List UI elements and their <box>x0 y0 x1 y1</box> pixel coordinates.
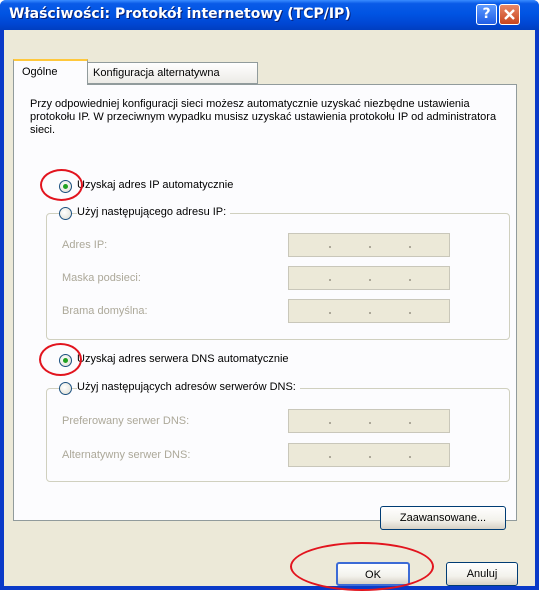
help-icon: ? <box>482 6 491 22</box>
subnet-mask-input[interactable] <box>288 266 450 290</box>
alternate-dns-input[interactable] <box>288 443 450 467</box>
ip-auto-radio[interactable] <box>59 180 72 193</box>
dns-manual-group <box>46 388 510 482</box>
dns-auto-radio[interactable] <box>59 354 72 367</box>
tab-alternate-configuration[interactable]: Konfiguracja alternatywna <box>88 62 258 84</box>
dns-manual-label[interactable]: Użyj następujących adresów serwerów DNS: <box>77 381 300 393</box>
description-text: Przy odpowiedniej konfiguracji sieci moż… <box>30 98 497 136</box>
cancel-button[interactable]: Anuluj <box>446 562 518 586</box>
radio-selected-dot <box>63 358 68 363</box>
ip-auto-label[interactable]: Uzyskaj adres IP automatycznie <box>77 179 233 191</box>
subnet-mask-label: Maska podsieci: <box>62 272 141 284</box>
window-title: Właściwości: Protokół internetowy (TCP/I… <box>9 6 351 22</box>
ip-manual-radio[interactable] <box>59 207 72 220</box>
alternate-dns-label: Alternatywny serwer DNS: <box>62 449 191 461</box>
dns-auto-label[interactable]: Uzyskaj adres serwera DNS automatycznie <box>77 353 289 365</box>
tab-alternate-label: Konfiguracja alternatywna <box>93 67 220 79</box>
close-icon <box>504 9 515 20</box>
dns-manual-radio[interactable] <box>59 382 72 395</box>
ip-manual-label[interactable]: Użyj następującego adresu IP: <box>77 206 231 218</box>
ip-address-label: Adres IP: <box>62 239 108 251</box>
default-gateway-input[interactable] <box>288 299 450 323</box>
tab-general[interactable]: Ogólne <box>13 59 88 85</box>
tab-general-label: Ogólne <box>22 66 58 78</box>
close-button[interactable] <box>499 4 520 25</box>
title-bar[interactable]: Właściwości: Protokół internetowy (TCP/I… <box>0 0 539 30</box>
ok-button[interactable]: OK <box>336 562 410 586</box>
help-button[interactable]: ? <box>476 4 497 25</box>
radio-selected-dot <box>63 184 68 189</box>
advanced-button[interactable]: Zaawansowane... <box>380 506 506 530</box>
preferred-dns-label: Preferowany serwer DNS: <box>62 415 190 427</box>
preferred-dns-input[interactable] <box>288 409 450 433</box>
default-gateway-label: Brama domyślna: <box>62 305 148 317</box>
ip-address-input[interactable] <box>288 233 450 257</box>
